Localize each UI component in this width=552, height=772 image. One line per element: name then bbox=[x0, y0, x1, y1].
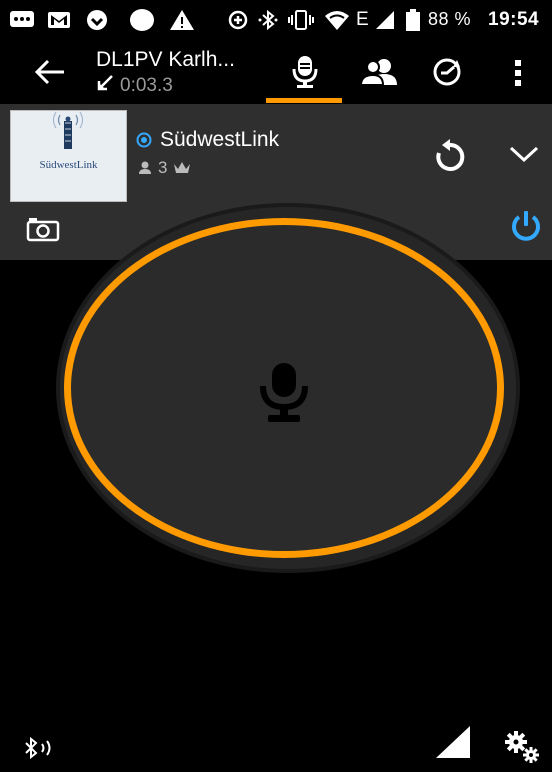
user-icon bbox=[139, 161, 151, 174]
vibrate-icon bbox=[288, 8, 314, 32]
warning-icon bbox=[168, 8, 196, 32]
circle-icon bbox=[128, 8, 156, 32]
microphone-icon bbox=[258, 362, 310, 424]
cell-signal-icon bbox=[374, 8, 396, 32]
channel-logo[interactable]: SüdwestLink bbox=[10, 110, 127, 202]
app-bar: DL1PV Karlh... 0:03.3 bbox=[0, 40, 552, 104]
location-heart-icon bbox=[84, 8, 110, 32]
battery-percent: 88 % bbox=[428, 9, 472, 29]
bluetooth-audio-icon[interactable] bbox=[22, 736, 62, 760]
chevron-down-icon[interactable] bbox=[508, 144, 540, 164]
gmail-icon bbox=[46, 8, 72, 32]
network-type: E bbox=[356, 9, 370, 30]
battery-icon bbox=[404, 8, 422, 32]
channel-users: 3 bbox=[138, 158, 191, 178]
channel-name: SüdwestLink bbox=[160, 128, 280, 151]
settings-gears-icon[interactable] bbox=[502, 730, 542, 764]
signal-strength-icon bbox=[434, 724, 472, 760]
data-saver-icon bbox=[226, 8, 250, 32]
tab-microphone[interactable] bbox=[282, 50, 328, 94]
bluetooth-icon bbox=[256, 8, 280, 32]
user-count: 3 bbox=[158, 158, 168, 177]
more-options-icon[interactable] bbox=[512, 58, 524, 88]
wifi-icon bbox=[324, 8, 350, 32]
refresh-icon[interactable] bbox=[432, 138, 468, 174]
elapsed-time: 0:03.3 bbox=[120, 75, 173, 96]
contact-title: DL1PV Karlh... bbox=[96, 48, 235, 71]
clock: 19:54 bbox=[488, 9, 540, 30]
microphone-icon bbox=[292, 56, 318, 88]
monitor-icon bbox=[136, 132, 152, 148]
incoming-call-icon bbox=[96, 74, 114, 98]
status-bar: E 88 % 19:54 bbox=[0, 0, 552, 40]
camera-icon[interactable] bbox=[26, 216, 60, 242]
history-icon bbox=[433, 58, 461, 86]
message-icon bbox=[8, 8, 36, 32]
tab-history[interactable] bbox=[424, 50, 470, 94]
call-duration: 0:03.3 bbox=[96, 74, 173, 98]
power-icon[interactable] bbox=[508, 208, 544, 244]
tab-contacts[interactable] bbox=[356, 50, 402, 94]
back-arrow-icon[interactable] bbox=[34, 58, 66, 86]
channel-logo-text: SüdwestLink bbox=[39, 159, 98, 171]
crown-icon bbox=[174, 162, 191, 173]
radio-tower-icon bbox=[53, 111, 83, 149]
active-tab-indicator bbox=[266, 98, 342, 103]
contacts-icon bbox=[359, 59, 397, 86]
